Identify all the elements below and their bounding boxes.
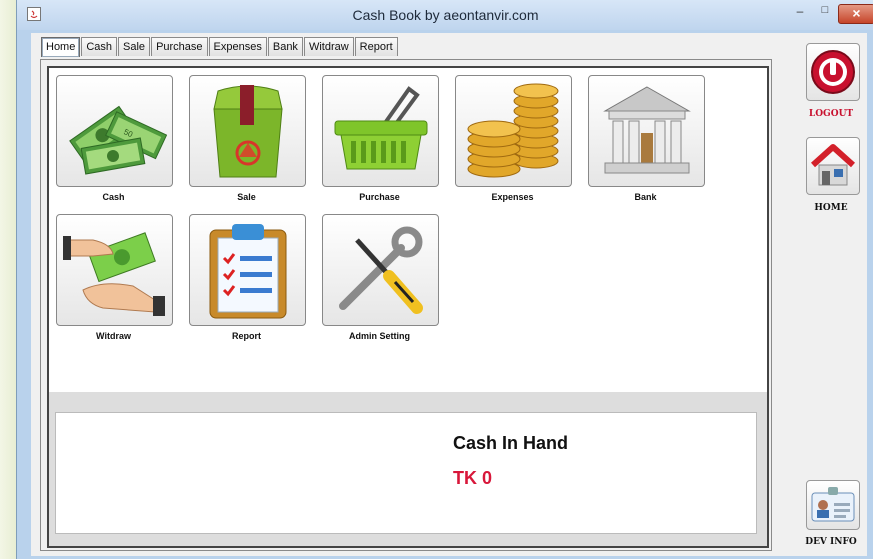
home-button[interactable]: [806, 137, 860, 195]
summary-panel: Cash In Hand TK 0: [55, 412, 757, 534]
hand-money-icon: [62, 232, 165, 316]
module-grid: 50 Cash Sale Purchase Expenses Bank Witd…: [49, 68, 767, 392]
tab-witdraw[interactable]: Witdraw: [303, 37, 354, 56]
cash-label: Cash: [102, 192, 125, 202]
sale-button[interactable]: [189, 75, 306, 187]
maximize-button[interactable]: □: [813, 4, 837, 22]
maximize-icon: □: [821, 4, 829, 16]
shopping-bag-icon: [212, 85, 283, 178]
minimize-button[interactable]: –: [787, 4, 813, 22]
tab-bank[interactable]: Bank: [267, 37, 303, 56]
id-card-icon: [811, 487, 855, 522]
app-window: Cash Book by aeontanvir.com – □ × Home C…: [16, 0, 873, 559]
coins-icon: [467, 83, 558, 178]
basket-icon: [334, 86, 427, 170]
tab-bar: Home Cash Sale Purchase Expenses Bank Wi…: [41, 37, 399, 57]
tools-icon: [338, 226, 423, 314]
purchase-label: Purchase: [359, 192, 400, 202]
expenses-button[interactable]: [455, 75, 572, 187]
money-stack-icon: 50: [68, 105, 167, 175]
tab-report[interactable]: Report: [354, 37, 398, 56]
home-label: HOME: [814, 203, 848, 213]
client-area: Home Cash Sale Purchase Expenses Bank Wi…: [31, 33, 867, 556]
home-inner: 50 Cash Sale Purchase Expenses Bank Witd…: [47, 66, 769, 548]
dev-info-button[interactable]: [806, 480, 860, 530]
sale-label: Sale: [237, 192, 256, 202]
witdraw-label: Witdraw: [96, 331, 131, 341]
tab-expenses[interactable]: Expenses: [208, 37, 267, 56]
bank-button[interactable]: [588, 75, 705, 187]
dev-info-label: DEV INFO: [805, 537, 857, 547]
side-panel: LOGOUT HOME DEV INFO: [796, 35, 866, 553]
logout-button[interactable]: [806, 43, 860, 101]
clipboard-icon: [209, 224, 286, 319]
bank-building-icon: [602, 86, 691, 174]
home-panel: 50 Cash Sale Purchase Expenses Bank Witd…: [40, 59, 772, 551]
cash-in-hand-value: TK 0: [453, 468, 493, 488]
minimize-icon: –: [796, 4, 804, 18]
report-label: Report: [232, 331, 261, 341]
bank-label: Bank: [634, 192, 657, 202]
tab-home[interactable]: Home: [41, 37, 81, 57]
expenses-label: Expenses: [491, 192, 534, 202]
tab-sale[interactable]: Sale: [118, 37, 151, 56]
witdraw-button[interactable]: [56, 214, 173, 326]
close-button[interactable]: ×: [838, 4, 873, 24]
title-bar[interactable]: Cash Book by aeontanvir.com – □ ×: [17, 0, 873, 30]
admin-setting-button[interactable]: [322, 214, 439, 326]
window-title: Cash Book by aeontanvir.com: [352, 7, 539, 23]
power-icon: [811, 50, 855, 94]
cash-button[interactable]: 50: [56, 75, 173, 187]
admin-setting-label: Admin Setting: [349, 331, 410, 341]
purchase-button[interactable]: [322, 75, 439, 187]
close-icon: ×: [852, 5, 861, 21]
logout-label: LOGOUT: [808, 109, 854, 119]
tab-cash[interactable]: Cash: [81, 37, 118, 56]
cash-in-hand-title: Cash In Hand: [453, 433, 569, 453]
house-icon: [810, 144, 856, 186]
report-button[interactable]: [189, 214, 306, 326]
desktop-background: [0, 0, 16, 559]
tab-purchase[interactable]: Purchase: [151, 37, 208, 56]
